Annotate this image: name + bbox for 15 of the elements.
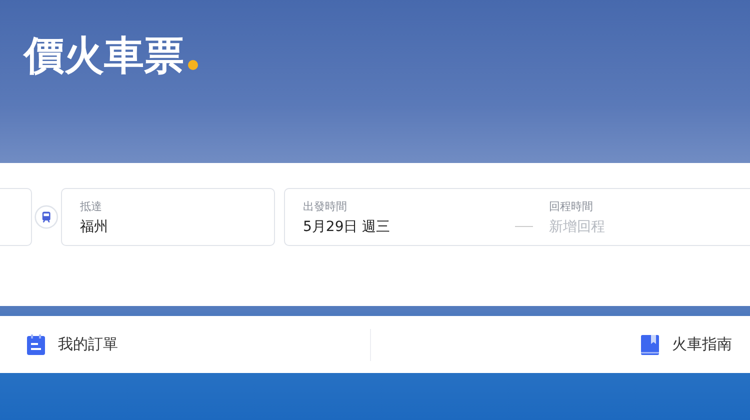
date-field[interactable]: 出發時間 5月29日 週三 回程時間 新增回程 (284, 188, 750, 246)
book-icon (640, 334, 660, 356)
arrival-field[interactable]: 抵達 福州 (60, 188, 275, 246)
field-placeholder: 新增回程 (549, 218, 606, 236)
clipboard-icon (26, 334, 46, 356)
guide-link[interactable]: 火車指南 (614, 324, 750, 364)
departure-field[interactable] (0, 188, 32, 246)
train-swap-icon[interactable] (34, 203, 59, 231)
field-label: 出發時間 (303, 198, 348, 214)
field-label: 回程時間 (549, 198, 594, 214)
field-value: 5月29日 週三 (303, 218, 392, 236)
orders-link[interactable]: 我的訂單 (0, 324, 136, 364)
field-label: 抵達 (80, 198, 103, 214)
hero-title: 價火車票 (24, 32, 184, 80)
field-value: 福州 (80, 218, 109, 236)
